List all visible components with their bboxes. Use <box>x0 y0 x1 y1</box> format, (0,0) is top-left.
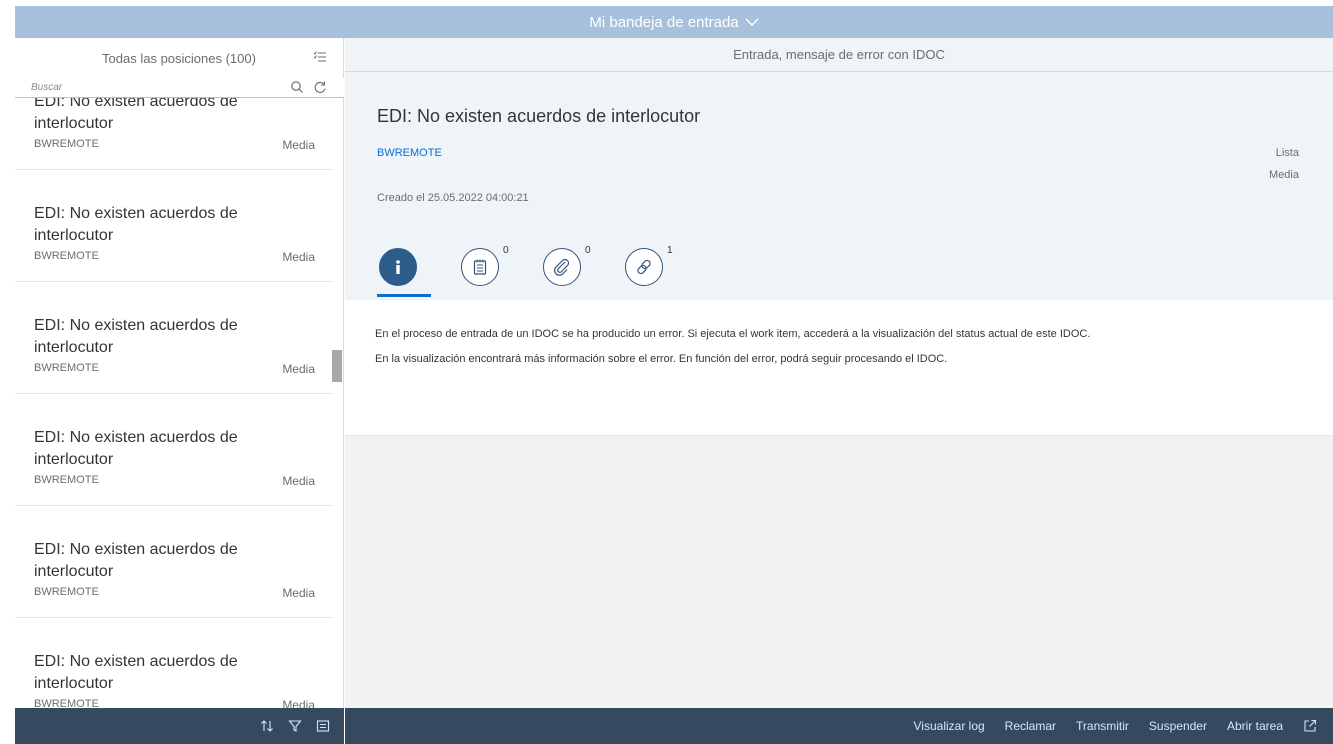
scrollbar[interactable] <box>332 350 342 382</box>
refresh-icon[interactable] <box>313 80 327 94</box>
info-icon <box>396 260 400 274</box>
list-item[interactable]: EDI: No existen acuerdos de interlocutor… <box>15 506 333 618</box>
tab-notes[interactable] <box>461 248 499 286</box>
search-icon[interactable] <box>290 80 304 94</box>
search-input[interactable] <box>15 78 285 97</box>
tab-info[interactable] <box>379 248 417 286</box>
list-item-system: BWREMOTE <box>34 362 99 374</box>
suspender-button[interactable]: Suspender <box>1149 719 1207 733</box>
object-header: EDI: No existen acuerdos de interlocutor… <box>345 72 1333 300</box>
transmitir-button[interactable]: Transmitir <box>1076 719 1129 733</box>
list-item[interactable]: EDI: No existen acuerdos de interlocutor… <box>15 618 333 714</box>
list-item-priority: Media <box>282 474 315 488</box>
master-footer <box>15 708 344 744</box>
priority-label: Media <box>1269 169 1299 181</box>
detail-header: Entrada, mensaje de error con IDOC <box>345 38 1333 72</box>
detail-header-title: Entrada, mensaje de error con IDOC <box>733 47 945 62</box>
list-item-system: BWREMOTE <box>34 250 99 262</box>
list-item-priority: Media <box>282 586 315 600</box>
sort-icon[interactable] <box>260 719 274 733</box>
notes-icon <box>473 259 487 275</box>
notes-count: 0 <box>503 245 509 256</box>
description-section: En el proceso de entrada de un IDOC se h… <box>345 300 1333 436</box>
object-title: EDI: No existen acuerdos de interlocutor <box>377 106 701 126</box>
related-count: 1 <box>667 245 673 256</box>
list-item-system: BWREMOTE <box>34 586 99 598</box>
master-header: Todas las posiciones (100) <box>15 38 343 78</box>
attachment-icon <box>554 258 570 276</box>
list-item-priority: Media <box>282 362 315 376</box>
system-link[interactable]: BWREMOTE <box>377 147 442 159</box>
group-icon[interactable] <box>316 719 330 733</box>
list-item[interactable]: EDI: No existen acuerdos de interlocutor… <box>15 394 333 506</box>
visualizar-log-button[interactable]: Visualizar log <box>914 719 985 733</box>
master-title: Todas las posiciones (100) <box>102 50 256 66</box>
multi-select-icon[interactable] <box>313 50 327 64</box>
attachment-count: 0 <box>585 245 591 256</box>
list-item[interactable]: EDI: No existen acuerdos de interlocutor… <box>15 170 333 282</box>
link-icon <box>637 259 651 275</box>
task-list[interactable]: EDI: No existen acuerdos de interlocutor… <box>15 98 344 714</box>
list-item-title: EDI: No existen acuerdos de interlocutor <box>34 317 238 356</box>
list-item-system: BWREMOTE <box>34 474 99 486</box>
master-pane: Todas las posiciones (100) EDI: No exist… <box>15 38 344 714</box>
list-item-title: EDI: No existen acuerdos de interlocutor <box>34 205 238 244</box>
list-item-title: EDI: No existen acuerdos de interlocutor <box>34 98 238 132</box>
list-item-system: BWREMOTE <box>34 138 99 150</box>
tab-related[interactable] <box>625 248 663 286</box>
chevron-down-icon[interactable] <box>745 17 759 27</box>
search-bar <box>15 78 344 98</box>
description-text: En el proceso de entrada de un IDOC se h… <box>375 328 1091 340</box>
list-item[interactable]: EDI: No existen acuerdos de interlocutor… <box>15 282 333 394</box>
list-item-title: EDI: No existen acuerdos de interlocutor <box>34 429 238 468</box>
list-item-priority: Media <box>282 138 315 152</box>
tab-attachments[interactable] <box>543 248 581 286</box>
status-badge: Lista <box>1275 147 1299 159</box>
filter-icon[interactable] <box>288 719 302 733</box>
abrir-tarea-button[interactable]: Abrir tarea <box>1227 719 1283 733</box>
list-item-title: EDI: No existen acuerdos de interlocutor <box>34 653 238 692</box>
reclamar-button[interactable]: Reclamar <box>1005 719 1056 733</box>
list-item-title: EDI: No existen acuerdos de interlocutor <box>34 541 238 580</box>
active-tab-indicator <box>377 294 431 297</box>
description-text: En la visualización encontrará más infor… <box>375 353 948 365</box>
created-date: Creado el 25.05.2022 04:00:21 <box>377 192 529 204</box>
shell-header[interactable]: Mi bandeja de entrada <box>15 6 1333 38</box>
list-item[interactable]: EDI: No existen acuerdos de interlocutor… <box>15 98 333 170</box>
shell-title[interactable]: Mi bandeja de entrada <box>589 14 738 31</box>
detail-footer: Visualizar log Reclamar Transmitir Suspe… <box>345 708 1333 744</box>
list-item-priority: Media <box>282 250 315 264</box>
detail-pane: Entrada, mensaje de error con IDOC EDI: … <box>345 38 1333 708</box>
open-external-icon[interactable] <box>1303 719 1317 733</box>
